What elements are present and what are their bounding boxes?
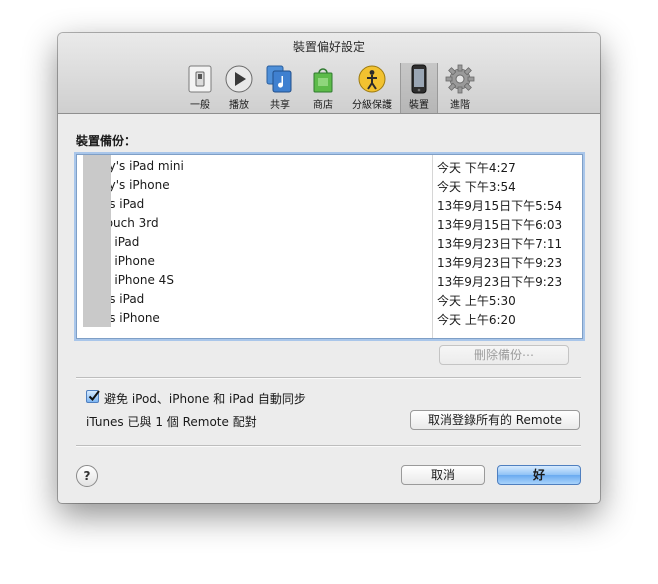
backup-date: 今天 上午6:20	[437, 313, 516, 327]
table-row[interactable]: r's iPad 13年9月15日下午5:54	[77, 195, 582, 214]
ok-button[interactable]: 好	[497, 465, 581, 485]
table-row[interactable]: 's iPhone 13年9月23日下午9:23	[77, 252, 582, 271]
table-row[interactable]: 's iPad 13年9月23日下午7:11	[77, 233, 582, 252]
tab-advanced-label: 進階	[450, 100, 470, 111]
remote-status: iTunes 已與 1 個 Remote 配對	[86, 415, 257, 429]
device-name: ny's iPad mini	[101, 159, 184, 173]
cancel-button[interactable]: 取消	[401, 465, 485, 485]
table-row[interactable]: touch 3rd 13年9月15日下午6:03	[77, 214, 582, 233]
table-row[interactable]: ny's iPhone 今天 下午3:54	[77, 176, 582, 195]
tab-store-label: 商店	[313, 100, 333, 111]
tab-playback-label: 播放	[229, 100, 249, 111]
tab-devices[interactable]: 裝置	[400, 63, 438, 113]
table-row[interactable]: r's iPad 今天 上午5:30	[77, 290, 582, 309]
table-row[interactable]: 's iPhone 4S 13年9月23日下午9:23	[77, 271, 582, 290]
checkmark-icon	[88, 390, 100, 402]
backup-date: 13年9月23日下午7:11	[437, 237, 563, 251]
tab-devices-label: 裝置	[409, 100, 429, 111]
store-bag-icon	[313, 68, 333, 93]
tab-sharing-label: 共享	[270, 100, 290, 111]
backup-date: 今天 上午5:30	[437, 294, 516, 308]
divider-bottom	[76, 445, 581, 446]
redaction-block	[83, 155, 111, 327]
tab-sharing[interactable]: 共享	[258, 63, 302, 113]
unpair-remotes-button[interactable]: 取消登錄所有的 Remote	[410, 410, 580, 430]
tab-playback[interactable]: 播放	[220, 63, 258, 113]
divider-top	[76, 377, 581, 378]
preferences-window: 裝置偏好設定 一般 播放 共享 商店 分級保護 裝置 進階 裝置備份： ny's…	[58, 33, 600, 503]
backup-date: 13年9月23日下午9:23	[437, 256, 563, 270]
tab-advanced[interactable]: 進階	[438, 63, 482, 113]
backup-date: 13年9月15日下午6:03	[437, 218, 563, 232]
avoid-sync-checkbox[interactable]	[86, 390, 100, 403]
table-row[interactable]: ny's iPad mini 今天 下午4:27	[77, 157, 582, 176]
toolbar: 裝置偏好設定 一般 播放 共享 商店 分級保護 裝置 進階	[58, 33, 600, 114]
sharing-icon	[266, 65, 292, 93]
tab-general[interactable]: 一般	[180, 63, 220, 113]
play-icon	[225, 65, 253, 93]
device-name: ny's iPhone	[101, 178, 170, 192]
backup-date: 13年9月23日下午9:23	[437, 275, 563, 289]
help-button[interactable]: ?	[76, 465, 98, 487]
backup-date: 13年9月15日下午5:54	[437, 199, 563, 213]
general-switch-icon	[188, 65, 212, 93]
backup-date: 今天 下午3:54	[437, 180, 516, 194]
backups-label: 裝置備份：	[76, 134, 137, 148]
tab-general-label: 一般	[190, 100, 210, 111]
device-icon	[411, 64, 427, 94]
delete-backup-button[interactable]: 刪除備份⋯	[439, 345, 569, 365]
window-title: 裝置偏好設定	[292, 40, 365, 54]
avoid-sync-label: 避免 iPod、iPhone 和 iPad 自動同步	[104, 392, 306, 406]
device-name: 's iPhone 4S	[101, 273, 174, 287]
tab-parental-label: 分級保護	[352, 100, 392, 111]
backups-list[interactable]: ny's iPad mini 今天 下午4:27 ny's iPhone 今天 …	[76, 154, 583, 339]
gear-icon	[445, 64, 475, 94]
tab-parental[interactable]: 分級保護	[344, 63, 400, 113]
table-row[interactable]: r's iPhone 今天 上午6:20	[77, 309, 582, 328]
backup-date: 今天 下午4:27	[437, 161, 516, 175]
tab-store[interactable]: 商店	[302, 63, 344, 113]
parental-icon	[358, 65, 386, 93]
